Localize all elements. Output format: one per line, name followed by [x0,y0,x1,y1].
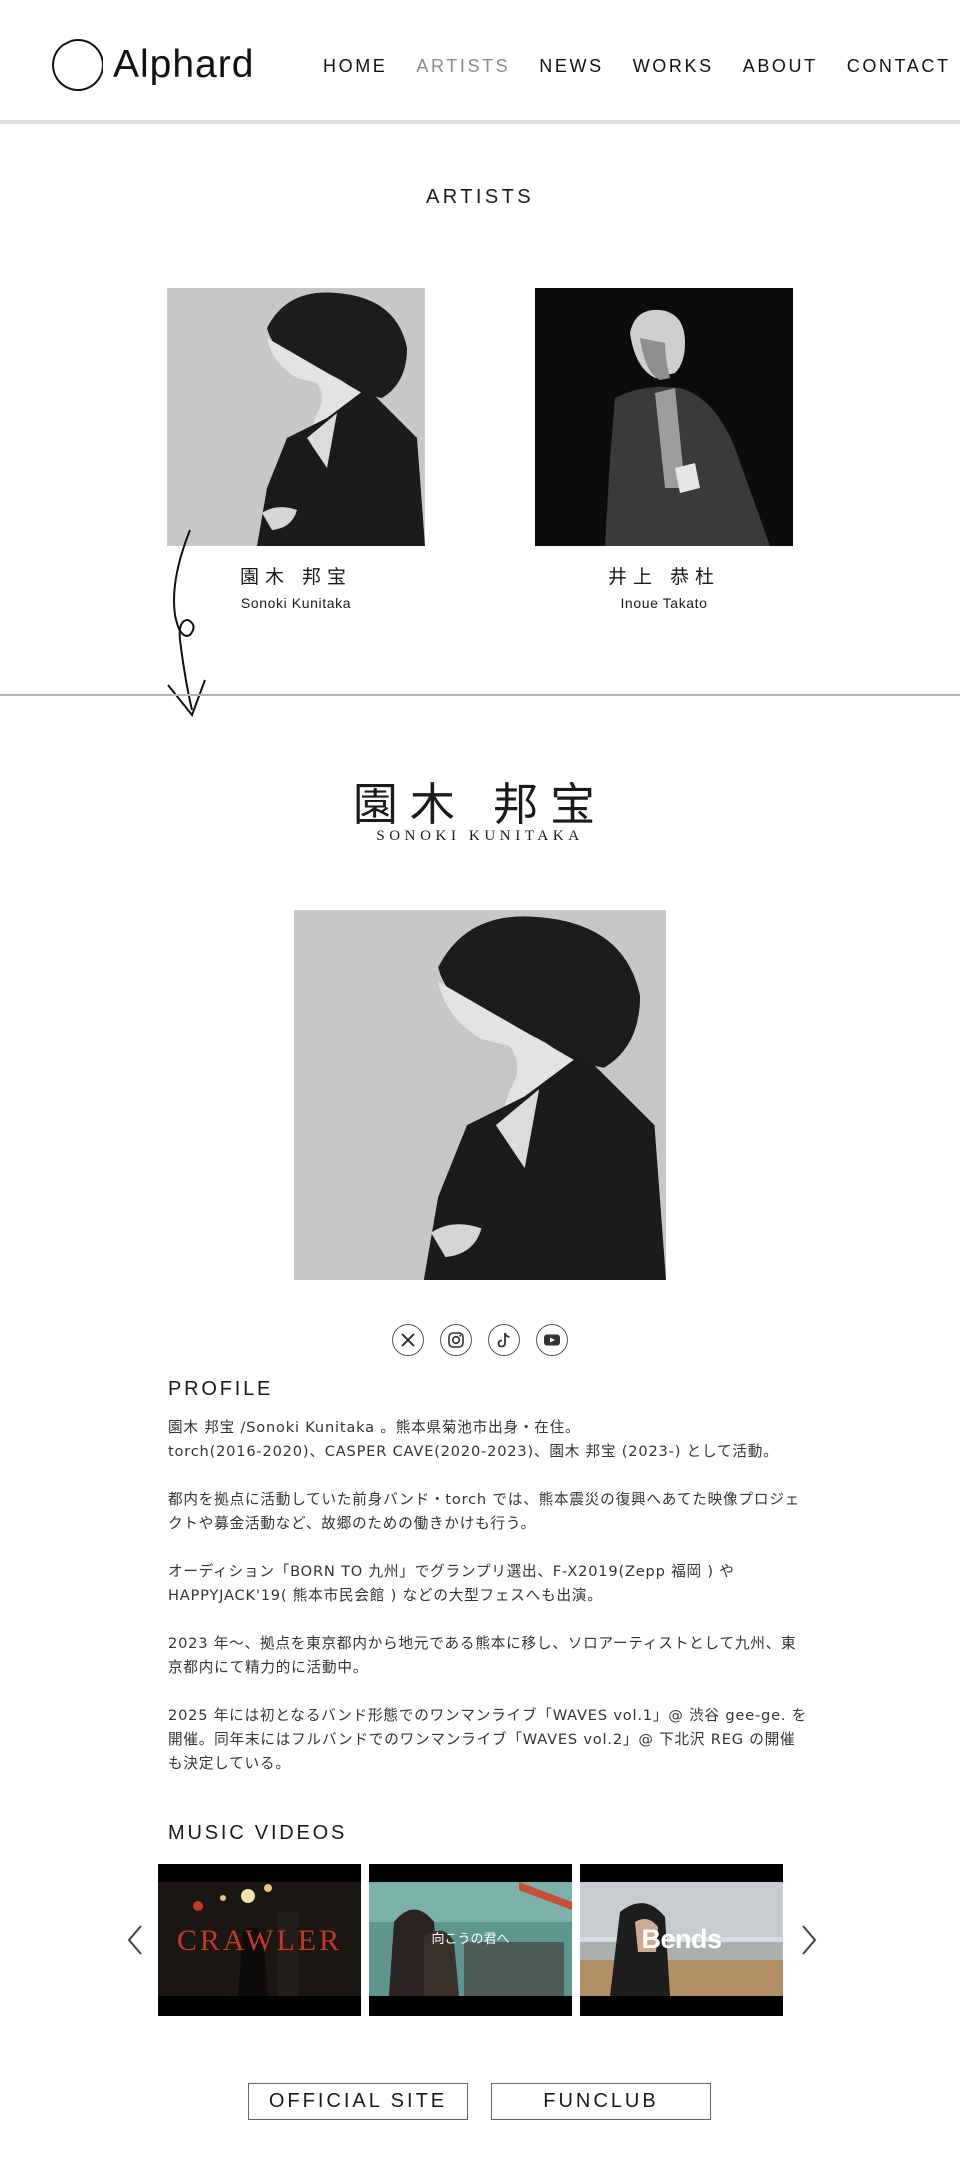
artist-photo-inoue[interactable] [535,288,793,546]
youtube-icon[interactable] [536,1324,568,1356]
nav-news[interactable]: NEWS [539,56,603,77]
instagram-icon[interactable] [440,1324,472,1356]
profile-text: 園木 邦宝 /Sonoki Kunitaka 。熊本県菊池市出身・在住。 tor… [168,1416,808,1800]
nav-artists[interactable]: ARTISTS [416,56,510,77]
logo-circle-icon [52,39,103,91]
official-site-button[interactable]: OFFICIAL SITE [248,2083,468,2120]
profile-paragraph: オーディション「BORN TO 九州」でグランプリ選出、F-X2019(Zepp… [168,1563,735,1604]
x-icon[interactable] [392,1324,424,1356]
artist-name-jp: 井上 恭杜 [607,566,721,588]
fanclub-button[interactable]: FUNCLUB [491,2083,711,2120]
nav-about[interactable]: ABOUT [743,56,818,77]
detail-name-en: SONOKI KUNITAKA [376,828,584,844]
video-title: CRAWLER [176,1924,343,1957]
main-nav: HOME ARTISTS NEWS WORKS ABOUT CONTACT [323,56,951,77]
profile-paragraph: 都内を拠点に活動していた前身バンド・torch では、熊本震災の復興へあてた映像… [168,1491,801,1532]
artists-section-title: ARTISTS [426,186,534,208]
music-video-mukou[interactable]: 向こうの君へ [369,1864,572,2016]
video-title: Bends [641,1924,722,1954]
nav-contact[interactable]: CONTACT [847,56,951,77]
profile-paragraph: 園木 邦宝 /Sonoki Kunitaka 。熊本県菊池市出身・在住。 tor… [168,1419,779,1460]
curved-arrow-icon [167,529,206,718]
profile-heading: PROFILE [168,1378,274,1400]
site-header: Alphard HOME ARTISTS NEWS WORKS ABOUT CO… [0,0,960,124]
profile-paragraph: 2025 年には初となるバンド形態でのワンマンライブ「WAVES vol.1」@… [168,1707,808,1772]
nav-works[interactable]: WORKS [633,56,714,77]
site-logo[interactable]: Alphard [47,36,254,94]
tiktok-icon[interactable] [488,1324,520,1356]
detail-name-jp: 園木 邦宝 [352,778,608,831]
video-title: 向こうの君へ [431,1931,510,1946]
chevron-left-icon[interactable] [124,1922,146,1958]
chevron-right-icon[interactable] [798,1922,820,1958]
artist-photo-sonoki[interactable] [167,288,425,546]
logo-text: Alphard [113,43,255,86]
section-divider [0,694,960,696]
artist-card-inoue[interactable]: 井上 恭杜 Inoue Takato [535,288,793,611]
music-video-crawler[interactable]: CRAWLER [158,1864,361,2016]
detail-artist-photo [294,910,666,1280]
artist-name-en: Inoue Takato [620,595,708,611]
profile-paragraph: 2023 年〜、拠点を東京都内から地元である熊本に移し、ソロアーティストとして九… [168,1635,797,1676]
music-videos-heading: MUSIC VIDEOS [168,1822,348,1844]
social-links [0,1324,960,1356]
music-video-bends[interactable]: Bends [580,1864,783,2016]
nav-home[interactable]: HOME [323,56,387,77]
